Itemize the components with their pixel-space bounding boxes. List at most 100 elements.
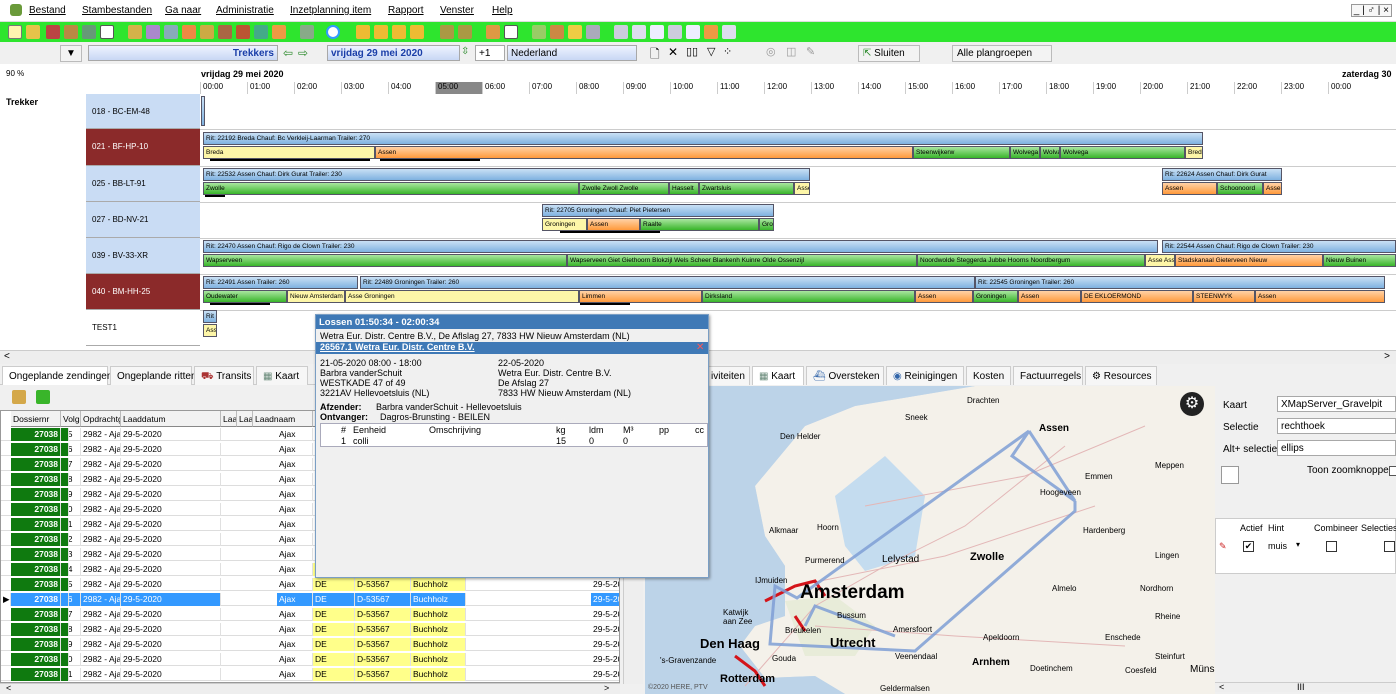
cell-opdr[interactable]: 2982 - Ajax xyxy=(81,638,121,651)
cell-naam[interactable]: Ajax xyxy=(277,578,313,591)
refresh-icon[interactable] xyxy=(36,390,50,404)
cell-dossier[interactable]: 27038 xyxy=(11,488,61,501)
mail-icon[interactable] xyxy=(650,25,664,39)
trip-stop[interactable]: Groi xyxy=(759,218,774,231)
row-label[interactable]: 018 - BC-EM-48 xyxy=(86,94,200,129)
cell-datum[interactable]: 29-5-2020 xyxy=(121,638,221,651)
cell-opdr[interactable]: 2982 - Ajax xyxy=(81,623,121,636)
cell-naam[interactable]: Ajax xyxy=(277,668,313,681)
grid-horizontal-scrollbar[interactable]: < > xyxy=(0,683,620,694)
cell-dossier[interactable]: 27038 xyxy=(11,623,61,636)
cell-opdr[interactable]: 2982 - Ajax xyxy=(81,548,121,561)
open-icon[interactable] xyxy=(26,25,40,39)
cell-dossier[interactable]: 27038 xyxy=(11,473,61,486)
cell-opdr[interactable]: 2982 - Ajax xyxy=(81,503,121,516)
panel-scrollbar[interactable]: < III xyxy=(1215,682,1396,692)
col-header[interactable]: Laadtijd xyxy=(221,411,237,427)
cell-datum[interactable]: 29-5-2020 xyxy=(121,428,221,441)
row-label[interactable]: 027 - BD-NV-21 xyxy=(86,202,200,238)
trip-header[interactable]: Rit: 22624 Assen Chauf: Dirk Gurat xyxy=(1162,168,1282,181)
refresh-icon[interactable]: ◎ xyxy=(766,45,776,58)
cell-naam[interactable]: Ajax xyxy=(277,488,313,501)
tree-icon[interactable] xyxy=(82,25,96,39)
cell-naam[interactable]: Ajax xyxy=(277,653,313,666)
trip-header[interactable]: Rit: 22705 Groningen Chauf: Piet Pieters… xyxy=(542,204,774,217)
cell-land[interactable]: DE xyxy=(313,668,355,681)
cell-plaats[interactable]: Buchholz xyxy=(411,623,466,636)
trip-stop[interactable]: Wolvega xyxy=(1060,146,1185,159)
cell-dossier[interactable]: 27038 xyxy=(11,563,61,576)
table-row[interactable]: 27038312982 - Ajax29-5-2020AjaxDED-53567… xyxy=(1,668,619,681)
kaart-select[interactable]: XMapServer_Gravelpit xyxy=(1277,396,1396,412)
cell-datum[interactable]: 29-5-2020 xyxy=(121,623,221,636)
trip-stop[interactable]: Assen xyxy=(375,146,913,159)
new-icon[interactable] xyxy=(8,25,22,39)
arrow-right-icon[interactable]: ⇨ xyxy=(298,46,308,60)
table-icon[interactable] xyxy=(164,25,178,39)
trip-stop[interactable]: Assen xyxy=(587,218,640,231)
cell-opdr[interactable]: 2982 - Ajax xyxy=(81,668,121,681)
cell-datum[interactable]: 29-5-2020 xyxy=(121,443,221,456)
cell-dossier[interactable]: 27038 xyxy=(11,533,61,546)
cell-plaats[interactable]: Buchholz xyxy=(411,653,466,666)
chart-icon[interactable] xyxy=(146,25,160,39)
cell-plaats[interactable]: Buchholz xyxy=(411,608,466,621)
trip-stop[interactable]: Wapserveen Giet Giethoorn Blokzijl Wels … xyxy=(567,254,917,267)
cell-plaats[interactable]: Buchholz xyxy=(411,578,466,591)
cell-land[interactable]: DE xyxy=(313,623,355,636)
row-label[interactable]: TEST1 xyxy=(86,310,200,346)
print-icon[interactable] xyxy=(614,25,628,39)
trip-header[interactable]: Rit: 22491 Assen Trailer: 260 xyxy=(203,276,358,289)
cell-dossier[interactable]: 27038 xyxy=(11,608,61,621)
diamond-icon[interactable] xyxy=(254,25,268,39)
cell-date2[interactable]: 29-5-20 xyxy=(591,653,619,666)
trip-header[interactable]: Rit: 22489 Groningen Trailer: 260 xyxy=(360,276,975,289)
tab-kaart-right[interactable]: ▦ Kaart xyxy=(752,366,804,385)
cell-date2[interactable]: 29-5-20 xyxy=(591,668,619,681)
cell-opdr[interactable]: 2982 - Ajax xyxy=(81,518,121,531)
cell-opdr[interactable]: 2982 - Ajax xyxy=(81,533,121,546)
cell-datum[interactable]: 29-5-2020 xyxy=(121,653,221,666)
ring-icon[interactable] xyxy=(326,25,340,39)
col-header[interactable]: Volgnr xyxy=(61,411,81,427)
popup-link[interactable]: 26567.1 Wetra Eur. Distr. Centre B.V. xyxy=(320,342,475,352)
cell-land[interactable]: DE xyxy=(313,593,355,606)
tab-reinigingen[interactable]: ◉ Reinigingen xyxy=(886,366,964,385)
close-x-icon[interactable]: ✕ xyxy=(668,45,678,59)
cell-post[interactable]: D-53567 xyxy=(355,578,411,591)
scroll-left-icon[interactable]: < xyxy=(4,351,10,362)
trip-stop[interactable]: Steenwijkerw xyxy=(913,146,1010,159)
pin-icon[interactable]: ✎ xyxy=(806,45,815,58)
trip-stop[interactable]: Wolva xyxy=(1040,146,1060,159)
cell-post[interactable]: D-53567 xyxy=(355,593,411,606)
scroll-right-icon[interactable]: > xyxy=(1384,351,1390,362)
trip-stop[interactable]: Limmen xyxy=(579,290,702,303)
cell-datum[interactable]: 29-5-2020 xyxy=(121,473,221,486)
trip-stop[interactable]: Breda xyxy=(203,146,375,159)
cell-dossier[interactable]: 27038 xyxy=(11,638,61,651)
cell-dossier[interactable]: 27038 xyxy=(11,503,61,516)
truck-icon[interactable] xyxy=(46,25,60,39)
resource-group-field[interactable]: Trekkers xyxy=(88,45,278,61)
menu-stambestanden[interactable]: Stambestanden xyxy=(82,5,152,16)
trip-stop[interactable]: Assen xyxy=(1018,290,1081,303)
trip-stop[interactable]: Nieuw Buinen xyxy=(1323,254,1396,267)
table-row[interactable]: 27038302982 - Ajax29-5-2020AjaxDED-53567… xyxy=(1,653,619,666)
cell-opdr[interactable]: 2982 - Ajax xyxy=(81,608,121,621)
cell-dossier[interactable]: 27038 xyxy=(11,593,61,606)
country-select[interactable]: Nederland xyxy=(507,45,637,61)
tab-transits[interactable]: ⛟ Transits xyxy=(194,366,254,385)
trip-stop[interactable]: Assen xyxy=(1162,182,1217,195)
folder-icon[interactable] xyxy=(128,25,142,39)
trip-stop[interactable]: Assen xyxy=(915,290,973,303)
cell-date2[interactable]: 29-5-20 xyxy=(591,593,619,606)
cell-date2[interactable]: 29-5-20 xyxy=(591,578,619,591)
scroll-left-icon[interactable]: < xyxy=(6,683,11,693)
trip-stop[interactable]: Stadskanaal Gieterveen Nieuw xyxy=(1175,254,1323,267)
cell-datum[interactable]: 29-5-2020 xyxy=(121,668,221,681)
trip-stop[interactable]: Zwolle Zwoll Zwolle xyxy=(579,182,669,195)
combineer-checkbox[interactable] xyxy=(1326,541,1337,552)
cell-datum[interactable]: 29-5-2020 xyxy=(121,458,221,471)
trip-header[interactable]: Rit: 22545 Groningen Trailer: 260 xyxy=(975,276,1385,289)
cell-dossier[interactable]: 27038 xyxy=(11,428,61,441)
